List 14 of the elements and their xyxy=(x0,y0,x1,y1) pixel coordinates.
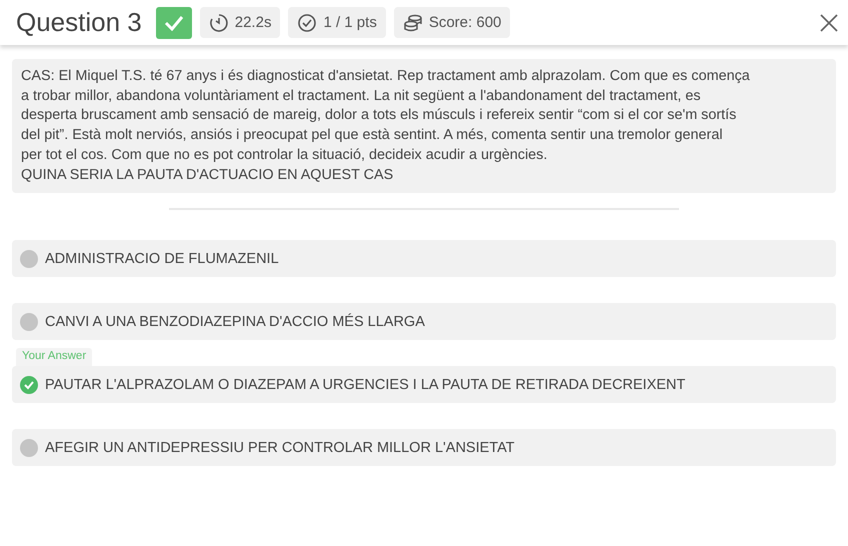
check-circle-icon xyxy=(297,12,318,32)
answer-option[interactable]: PAUTAR L'ALPRAZOLAM O DIAZEPAM A URGENCIES I LA PAUTA DE RETIRADA DECREIXENT xyxy=(12,366,836,404)
answer-option[interactable]: AFEGIR UN ANTIDEPRESSIU PER CONTROLAR MILLOR L'ANSIETAT xyxy=(12,429,836,466)
timer-icon xyxy=(208,12,229,32)
close-button[interactable] xyxy=(820,14,838,32)
points-text: 1 / 1 pts xyxy=(323,14,377,31)
question-text: CAS: El Miquel T.S. té 67 anys i és diagnosticat d'ansietat. Rep tractament amb alprazolam. Com que es comença a trobar millor, abandona voluntàriament el tractament. La nit següent a l'abandonament del tractament, es desperta bruscament amb sensació de mareig, dolor a tots els músculs i refereix sentir “com si el cor se'm sortís del pit”. Està molt nerviós, ansiós i preocupat pel que està sentint. A més, comenta sentir una tremolor general per tot el cos. Com que no es pot controlar la situació, decideix acudir a urgències. QUINA SERIA LA PAUTA D'ACTUACIO EN AQUEST CAS xyxy=(12,59,836,194)
time-text: 22.2s xyxy=(234,14,272,31)
score-text: Score: 600 xyxy=(428,14,502,31)
answer-option[interactable]: CANVI A UNA BENZODIAZEPINA D'ACCIO MÉS LLARGA xyxy=(12,303,836,340)
answer-tag: Your Answer xyxy=(16,348,92,366)
answer-option[interactable]: ADMINISTRACIO DE FLUMAZENIL xyxy=(12,240,836,278)
coins-icon xyxy=(402,12,423,32)
question-title: Question 3 xyxy=(16,7,142,38)
